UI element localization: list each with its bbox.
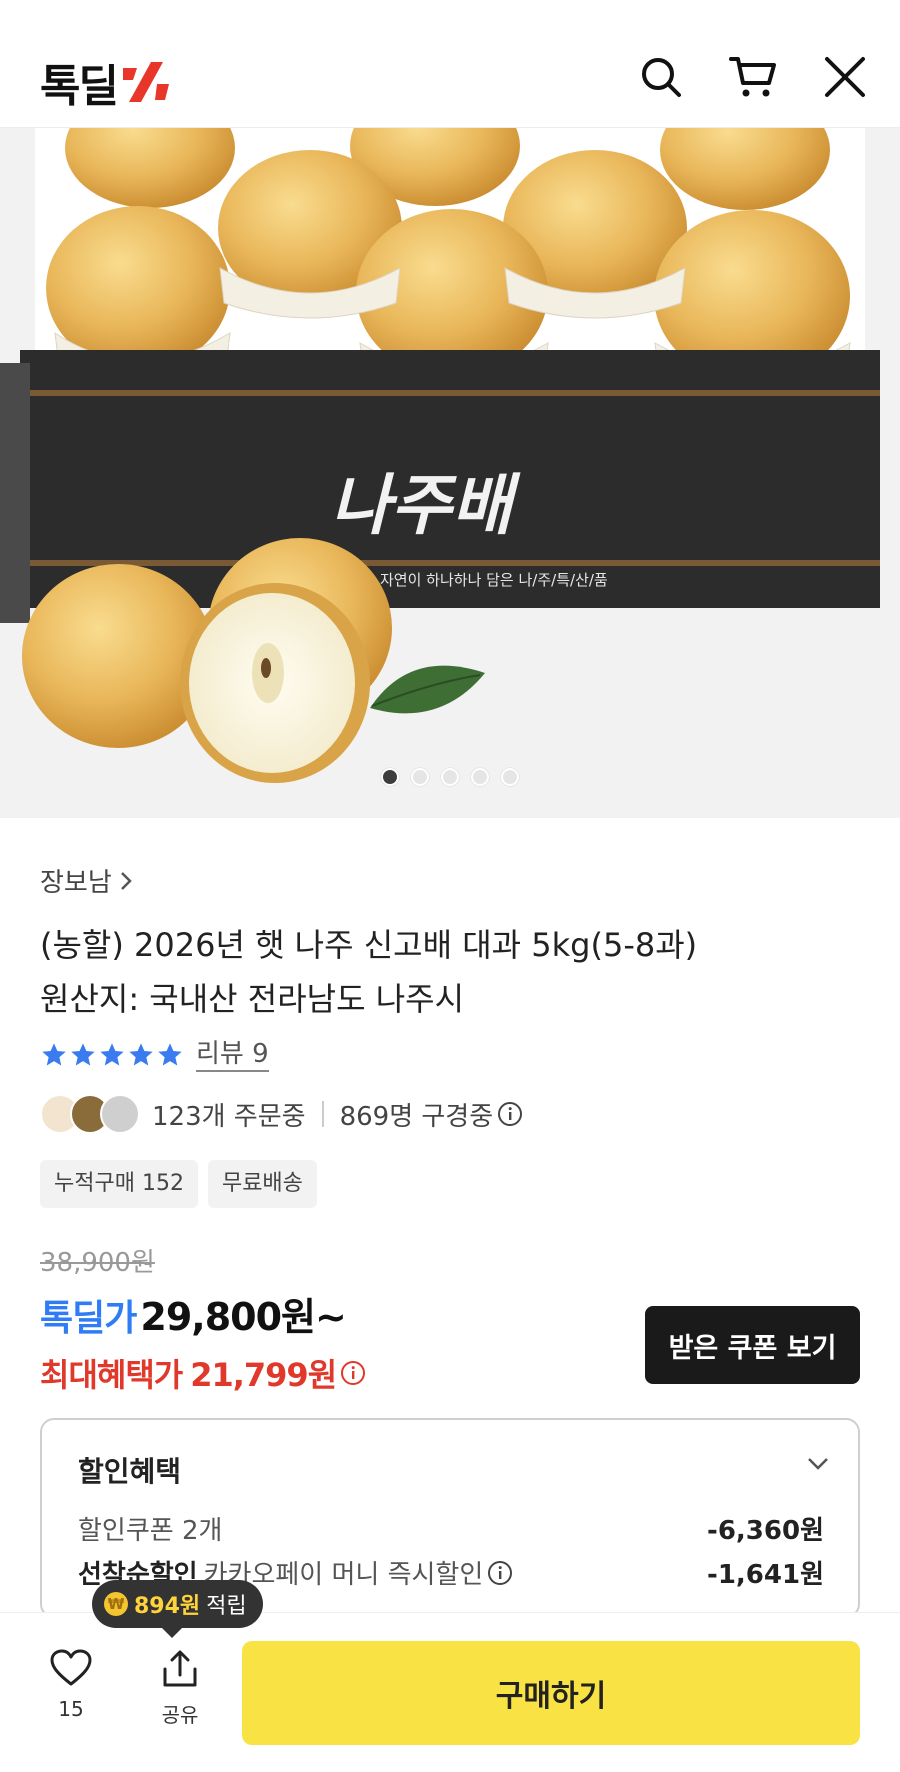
seller-link[interactable]: 장보남 (40, 862, 134, 899)
like-button[interactable]: 15 (46, 1649, 96, 1721)
info-icon[interactable] (340, 1360, 366, 1386)
first-come-discount-amount: -1,641원 (707, 1560, 824, 1590)
app-header: 톡딜 (0, 0, 900, 128)
divider (321, 1101, 324, 1127)
points-suffix: 적립 (206, 1594, 247, 1619)
product-title: (농할) 2026년 햇 나주 신고배 대과 5kg(5-8과) 원산지: 국내… (40, 918, 860, 1026)
deal-label: 톡딜가 (40, 1298, 137, 1339)
discount-title: 할인혜택 (78, 1455, 182, 1488)
star-icon (100, 1043, 124, 1066)
info-icon[interactable] (487, 1560, 513, 1586)
badge-chips: 누적구매 152 무료배송 (40, 1160, 317, 1208)
original-price: 38,900원 (40, 1248, 155, 1278)
product-origin-line: 원산지: 국내산 전라남도 나주시 (40, 980, 465, 1018)
carousel-dot[interactable] (471, 768, 489, 786)
viewing-count: 869명 구경중 (339, 1101, 494, 1132)
chevron-right-icon (120, 871, 132, 890)
product-title-line1: (농할) 2026년 햇 나주 신고배 대과 5kg(5-8과) (40, 926, 698, 964)
rating-row: 리뷰 9 (40, 1038, 269, 1072)
cart-icon[interactable] (728, 52, 778, 102)
max-benefit-price: 21,799원 (190, 1356, 337, 1394)
share-label: 공유 (161, 1703, 199, 1727)
social-proof-row: 123개 주문중 869명 구경중 (40, 1094, 523, 1134)
search-icon[interactable] (636, 52, 686, 102)
discount-row-coupon: 할인쿠폰 2개 -6,360원 (78, 1510, 824, 1547)
deal-price-row: 톡딜가 29,800원~ (40, 1286, 347, 1341)
heart-icon (50, 1649, 92, 1686)
close-icon[interactable] (820, 52, 870, 102)
product-photo: 나주배 자연이 하나하나 담은 나/주/특/산/품 (0, 128, 900, 818)
view-coupons-button[interactable]: 받은 쿠폰 보기 (645, 1306, 860, 1384)
chevron-down-icon[interactable] (806, 1456, 830, 1472)
star-icon (129, 1043, 153, 1066)
buyer-avatars (40, 1094, 140, 1134)
free-shipping-badge: 무료배송 (207, 1160, 317, 1208)
cumulative-purchase-badge: 누적구매 152 (40, 1160, 198, 1208)
box-brand-text: 나주배 (330, 466, 521, 544)
max-benefit-label: 최대혜택가 (40, 1356, 183, 1394)
star-icon (71, 1043, 95, 1066)
seller-name: 장보남 (40, 868, 112, 898)
points-tooltip: ₩ 894원 적립 (92, 1580, 263, 1638)
carousel-dot[interactable] (411, 768, 429, 786)
share-icon (163, 1650, 197, 1687)
buy-button[interactable]: 구매하기 (242, 1641, 860, 1745)
like-count: 15 (58, 1697, 84, 1721)
rating-stars (40, 1041, 184, 1069)
star-icon (42, 1043, 66, 1066)
carousel-dot[interactable] (381, 768, 399, 786)
carousel-dot[interactable] (441, 768, 459, 786)
carousel-dot[interactable] (501, 768, 519, 786)
star-icon (158, 1043, 182, 1066)
discount-coupon-amount: -6,360원 (707, 1516, 824, 1546)
percent-logo-icon (122, 62, 169, 102)
logo-text: 톡딜 (40, 61, 119, 112)
bottom-action-bar: 15 공유 구매하기 (0, 1612, 900, 1772)
carousel-dots (0, 768, 900, 786)
discount-coupon-label: 할인쿠폰 2개 (78, 1516, 223, 1546)
review-link[interactable]: 리뷰 9 (196, 1038, 269, 1072)
ordering-count: 123개 주문중 (152, 1101, 306, 1132)
product-image-carousel[interactable]: 나주배 자연이 하나하나 담은 나/주/특/산/품 (0, 128, 900, 818)
info-icon[interactable] (497, 1101, 523, 1127)
deal-price: 29,800원~ (140, 1295, 346, 1339)
coin-icon: ₩ (104, 1592, 128, 1616)
talkdeal-logo[interactable]: 톡딜 (40, 52, 171, 112)
avatar (100, 1094, 140, 1134)
share-button[interactable]: 공유 (150, 1649, 210, 1728)
max-benefit-row: 최대혜택가 21,799원 (40, 1350, 366, 1396)
points-amount: 894원 (134, 1594, 201, 1619)
box-subtext: 자연이 하나하나 담은 나/주/특/산/품 (380, 571, 608, 589)
